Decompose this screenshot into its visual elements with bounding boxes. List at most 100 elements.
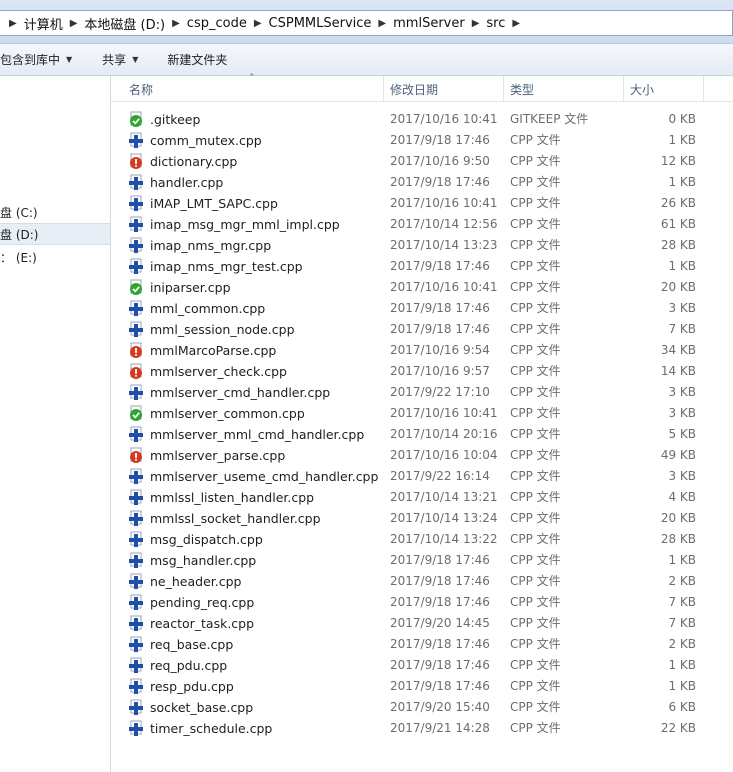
file-row[interactable]: imap_nms_mgr_test.cpp 2017/9/18 17:46 CPP …	[111, 256, 733, 277]
chevron-right-icon[interactable]: ▶	[247, 18, 269, 29]
file-size: 34 KB	[660, 343, 696, 357]
file-row[interactable]: socket_base.cpp 2017/9/20 15:40 CPP 文件 6 KB	[111, 697, 733, 718]
file-row[interactable]: mmlserver_check.cpp 2017/10/16 9:57 CPP 文件…	[111, 361, 733, 382]
chevron-right-icon[interactable]: ▶	[371, 18, 393, 29]
file-size: 14 KB	[660, 364, 696, 378]
file-name: socket_base.cpp	[150, 700, 254, 715]
cpp-file-icon	[128, 552, 144, 569]
nav-drive-e[interactable]: ： (E:)	[0, 246, 110, 268]
file-row[interactable]: .gitkeep 2017/10/16 10:41 GITKEEP 文件 0 KB	[111, 109, 733, 130]
file-row[interactable]: req_base.cpp 2017/9/18 17:46 CPP 文件 2 KB	[111, 634, 733, 655]
file-row[interactable]: mmlMarcoParse.cpp 2017/10/16 9:54 CPP 文件 34…	[111, 340, 733, 361]
cpp-file-icon	[128, 174, 144, 191]
file-size: 1 KB	[668, 133, 696, 147]
column-header-size-label: 大小	[630, 82, 655, 97]
file-row[interactable]: imap_msg_mgr_mml_impl.cpp 2017/10/14 12:5…	[111, 214, 733, 235]
nav-drive-d[interactable]: 盘 (D:)	[0, 223, 110, 245]
cpp-file-icon	[128, 699, 144, 716]
new-folder-button[interactable]: 新建文件夹	[167, 51, 227, 68]
file-row[interactable]: handler.cpp 2017/9/18 17:46 CPP 文件 1 KB	[111, 172, 733, 193]
chevron-right-icon[interactable]: ▶	[505, 18, 527, 29]
file-modified-date: 2017/9/18 17:46	[390, 175, 490, 189]
git-ok-icon	[128, 279, 144, 296]
file-row[interactable]: reactor_task.cpp 2017/9/20 14:45 CPP 文件 7 K…	[111, 613, 733, 634]
file-modified-date: 2017/10/14 12:56	[390, 217, 498, 231]
file-row[interactable]: mmlssl_listen_handler.cpp 2017/10/14 13:2…	[111, 487, 733, 508]
file-row[interactable]: mmlserver_useme_cmd_handler.cpp 2017/9/22…	[111, 466, 733, 487]
file-row[interactable]: mml_common.cpp 2017/9/18 17:46 CPP 文件 3 KB	[111, 298, 733, 319]
file-type: CPP 文件	[510, 616, 561, 630]
column-header-size[interactable]: 大小	[624, 76, 704, 102]
breadcrumb[interactable]: ▶ 计算机 ▶ 本地磁盘 (D:) ▶ csp_code ▶ CSPMMLSer…	[0, 10, 733, 36]
breadcrumb-cspmmlservice[interactable]: CSPMMLService	[269, 16, 372, 31]
file-row[interactable]: mmlssl_socket_handler.cpp 2017/10/14 13:2…	[111, 508, 733, 529]
file-modified-date: 2017/9/18 17:46	[390, 322, 490, 336]
file-type: CPP 文件	[510, 721, 561, 735]
include-in-library-button[interactable]: 包含到库中 ▼	[0, 51, 72, 68]
file-row[interactable]: mml_session_node.cpp 2017/9/18 17:46 CPP 文…	[111, 319, 733, 340]
file-row[interactable]: mmlserver_parse.cpp 2017/10/16 10:04 CPP 文…	[111, 445, 733, 466]
navigation-pane[interactable]: 盘 (C:) 盘 (D:) ： (E:)	[0, 76, 111, 772]
file-type: CPP 文件	[510, 637, 561, 651]
file-name: mml_session_node.cpp	[150, 322, 295, 337]
file-modified-date: 2017/9/18 17:46	[390, 595, 490, 609]
git-modified-icon	[128, 153, 144, 170]
breadcrumb-src[interactable]: src	[486, 16, 505, 31]
file-row[interactable]: iMAP_LMT_SAPC.cpp 2017/10/16 10:41 CPP 文件 2…	[111, 193, 733, 214]
column-header-type[interactable]: 类型	[504, 76, 624, 102]
chevron-right-icon[interactable]: ▶	[165, 18, 187, 29]
nav-drive-c-label: 盘 (C:)	[0, 205, 38, 220]
file-size: 26 KB	[660, 196, 696, 210]
breadcrumb-drive-d[interactable]: 本地磁盘 (D:)	[84, 14, 165, 33]
file-type: CPP 文件	[510, 322, 561, 336]
file-size: 4 KB	[668, 490, 696, 504]
file-row[interactable]: msg_dispatch.cpp 2017/10/14 13:22 CPP 文件 28…	[111, 529, 733, 550]
file-modified-date: 2017/9/18 17:46	[390, 658, 490, 672]
file-row[interactable]: iniparser.cpp 2017/10/16 10:41 CPP 文件 20 KB	[111, 277, 733, 298]
file-name: resp_pdu.cpp	[150, 679, 234, 694]
file-modified-date: 2017/9/18 17:46	[390, 259, 490, 273]
share-button[interactable]: 共享 ▼	[102, 51, 138, 68]
file-name: req_base.cpp	[150, 637, 234, 652]
file-row[interactable]: dictionary.cpp 2017/10/16 9:50 CPP 文件 12 KB	[111, 151, 733, 172]
file-row[interactable]: timer_schedule.cpp 2017/9/21 14:28 CPP 文件 2…	[111, 718, 733, 739]
column-header-date[interactable]: 修改日期	[384, 76, 504, 102]
file-row[interactable]: pending_req.cpp 2017/9/18 17:46 CPP 文件 7 KB	[111, 592, 733, 613]
nav-drive-c[interactable]: 盘 (C:)	[0, 201, 110, 223]
cpp-file-icon	[128, 510, 144, 527]
file-type: CPP 文件	[510, 385, 561, 399]
file-row[interactable]: req_pdu.cpp 2017/9/18 17:46 CPP 文件 1 KB	[111, 655, 733, 676]
file-name: iniparser.cpp	[150, 280, 231, 295]
file-modified-date: 2017/9/20 14:45	[390, 616, 490, 630]
cpp-file-icon	[128, 489, 144, 506]
file-type: CPP 文件	[510, 532, 561, 546]
breadcrumb-csp-code[interactable]: csp_code	[187, 16, 247, 31]
file-modified-date: 2017/9/18 17:46	[390, 679, 490, 693]
nav-drive-d-label: 盘 (D:)	[0, 227, 39, 242]
file-row[interactable]: ne_header.cpp 2017/9/18 17:46 CPP 文件 2 KB	[111, 571, 733, 592]
file-row[interactable]: msg_handler.cpp 2017/9/18 17:46 CPP 文件 1 KB	[111, 550, 733, 571]
file-size: 1 KB	[668, 679, 696, 693]
file-modified-date: 2017/10/14 13:21	[390, 490, 498, 504]
breadcrumb-computer[interactable]: 计算机	[24, 14, 63, 33]
file-size: 1 KB	[668, 175, 696, 189]
file-type: CPP 文件	[510, 469, 561, 483]
file-row[interactable]: mmlserver_common.cpp 2017/10/16 10:41 CPP …	[111, 403, 733, 424]
file-row[interactable]: resp_pdu.cpp 2017/9/18 17:46 CPP 文件 1 KB	[111, 676, 733, 697]
chevron-right-icon[interactable]: ▶	[2, 18, 24, 29]
column-header-row: ⌃ 名称 修改日期 类型 大小	[111, 73, 733, 102]
chevron-right-icon[interactable]: ▶	[63, 18, 85, 29]
file-size: 2 KB	[668, 574, 696, 588]
file-row[interactable]: imap_nms_mgr.cpp 2017/10/14 13:23 CPP 文件 28…	[111, 235, 733, 256]
breadcrumb-mmlserver[interactable]: mmlServer	[393, 16, 465, 31]
file-size: 3 KB	[668, 406, 696, 420]
chevron-right-icon[interactable]: ▶	[465, 18, 487, 29]
file-type: CPP 文件	[510, 406, 561, 420]
cpp-file-icon	[128, 384, 144, 401]
file-row[interactable]: comm_mutex.cpp 2017/9/18 17:46 CPP 文件 1 KB	[111, 130, 733, 151]
file-row[interactable]: mmlserver_mml_cmd_handler.cpp 2017/10/14 …	[111, 424, 733, 445]
file-row[interactable]: mmlserver_cmd_handler.cpp 2017/9/22 17:10…	[111, 382, 733, 403]
caret-down-icon: ▼	[132, 55, 139, 64]
column-header-name[interactable]: 名称	[123, 76, 384, 102]
file-name: .gitkeep	[150, 112, 201, 127]
